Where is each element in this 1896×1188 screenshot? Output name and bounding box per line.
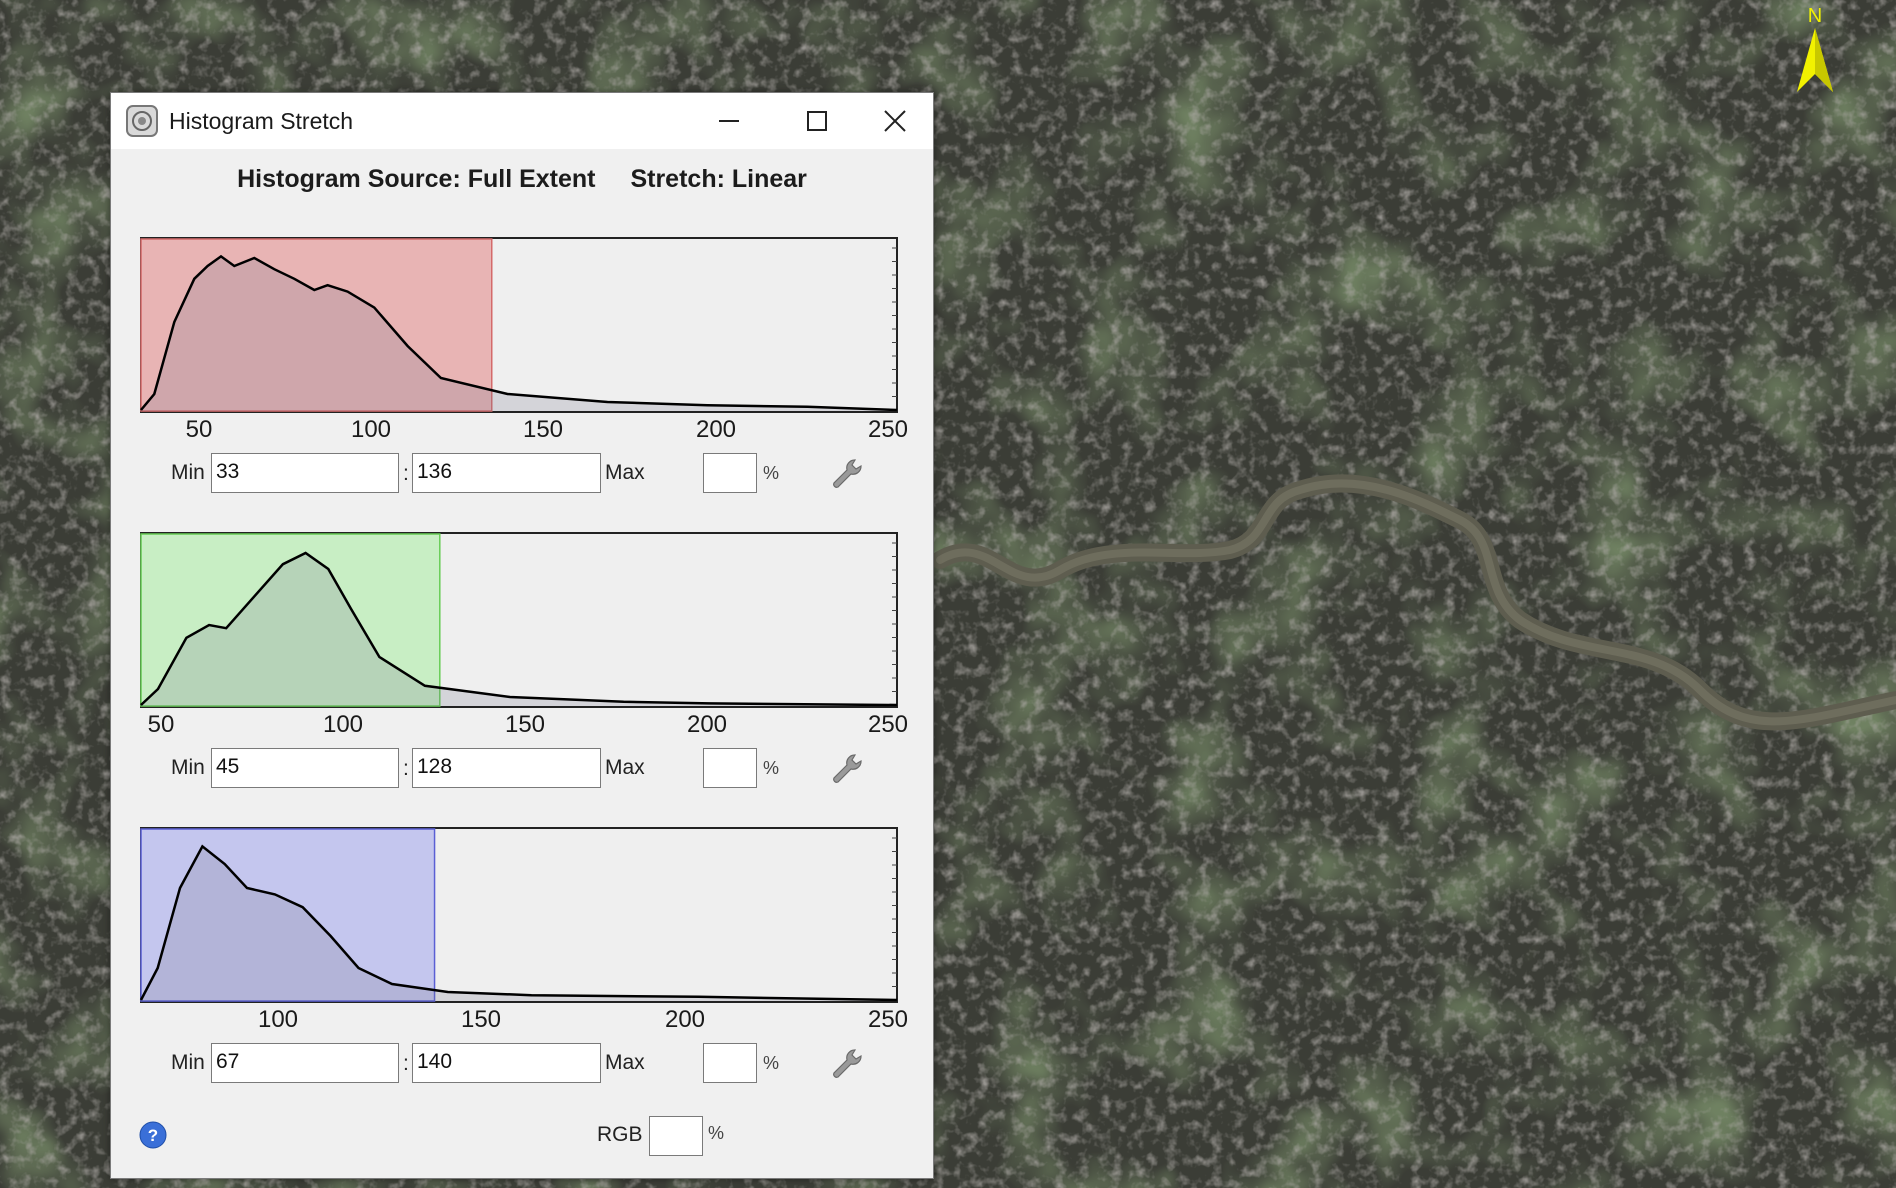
close-button[interactable] — [857, 93, 933, 149]
blue-separator: : — [403, 1052, 409, 1075]
red-percent-input[interactable] — [703, 453, 757, 493]
wrench-icon[interactable] — [829, 751, 865, 787]
green-tick-100: 100 — [322, 711, 364, 738]
red-tick-200: 200 — [695, 416, 737, 443]
red-max-label: Max — [605, 461, 645, 484]
svg-text:?: ? — [148, 1126, 158, 1145]
blue-band-panel: 100 150 200 250 Min 67 : 140 Max % — [111, 826, 933, 1116]
red-min-input[interactable]: 33 — [211, 453, 399, 493]
red-separator: : — [403, 462, 409, 485]
rgb-label: RGB — [597, 1123, 643, 1146]
green-separator: : — [403, 757, 409, 780]
minimize-button[interactable] — [685, 93, 773, 149]
histogram-app-icon — [126, 105, 158, 137]
blue-max-input[interactable]: 140 — [412, 1043, 601, 1083]
blue-min-label: Min — [171, 1051, 205, 1074]
histogram-source-label: Histogram Source: Full Extent — [237, 165, 596, 193]
red-histogram[interactable] — [139, 236, 899, 416]
red-tick-100: 100 — [350, 416, 392, 443]
green-band-panel: 50 100 150 200 250 Min 45 : 128 Max % — [111, 531, 933, 821]
red-min-label: Min — [171, 461, 205, 484]
maximize-icon — [807, 111, 827, 131]
green-min-input[interactable]: 45 — [211, 748, 399, 788]
wrench-icon[interactable] — [829, 1046, 865, 1082]
red-band-panel: 50 100 150 200 250 Min 33 : 136 Max % — [111, 236, 933, 526]
blue-tick-200: 200 — [664, 1006, 706, 1033]
wrench-icon[interactable] — [829, 456, 865, 492]
title-bar[interactable]: Histogram Stretch — [111, 93, 933, 149]
green-min-label: Min — [171, 756, 205, 779]
green-histogram[interactable] — [139, 531, 899, 711]
dialog-title: Histogram Stretch — [169, 108, 354, 134]
green-tick-200: 200 — [686, 711, 728, 738]
blue-tick-100: 100 — [257, 1006, 299, 1033]
minimize-icon — [719, 120, 739, 122]
green-percent-input[interactable] — [703, 748, 757, 788]
rgb-percent-symbol: % — [708, 1123, 725, 1143]
close-icon — [884, 110, 906, 132]
red-percent-symbol: % — [763, 463, 780, 483]
green-max-input[interactable]: 128 — [412, 748, 601, 788]
histogram-header: Histogram Source: Full Extent Stretch: L… — [111, 165, 933, 194]
blue-percent-symbol: % — [763, 1053, 780, 1073]
histogram-stretch-dialog: Histogram Stretch Histogram Source: Full… — [110, 92, 934, 1179]
green-max-label: Max — [605, 756, 645, 779]
red-tick-50: 50 — [185, 416, 213, 443]
blue-tick-250: 250 — [867, 1006, 909, 1033]
blue-histogram[interactable] — [139, 826, 899, 1006]
blue-percent-input[interactable] — [703, 1043, 757, 1083]
red-tick-250: 250 — [867, 416, 909, 443]
help-icon[interactable]: ? — [139, 1121, 167, 1149]
stretch-type-label: Stretch: Linear — [630, 165, 807, 193]
blue-max-label: Max — [605, 1051, 645, 1074]
green-percent-symbol: % — [763, 758, 780, 778]
maximize-button[interactable] — [773, 93, 861, 149]
rgb-percent-input[interactable] — [649, 1116, 703, 1156]
green-tick-150: 150 — [504, 711, 546, 738]
green-tick-50: 50 — [147, 711, 175, 738]
red-tick-150: 150 — [522, 416, 564, 443]
green-tick-250: 250 — [867, 711, 909, 738]
blue-tick-150: 150 — [460, 1006, 502, 1033]
blue-min-input[interactable]: 67 — [211, 1043, 399, 1083]
red-max-input[interactable]: 136 — [412, 453, 601, 493]
north-label: N — [1808, 5, 1822, 27]
north-arrow-icon: N — [1797, 5, 1833, 92]
